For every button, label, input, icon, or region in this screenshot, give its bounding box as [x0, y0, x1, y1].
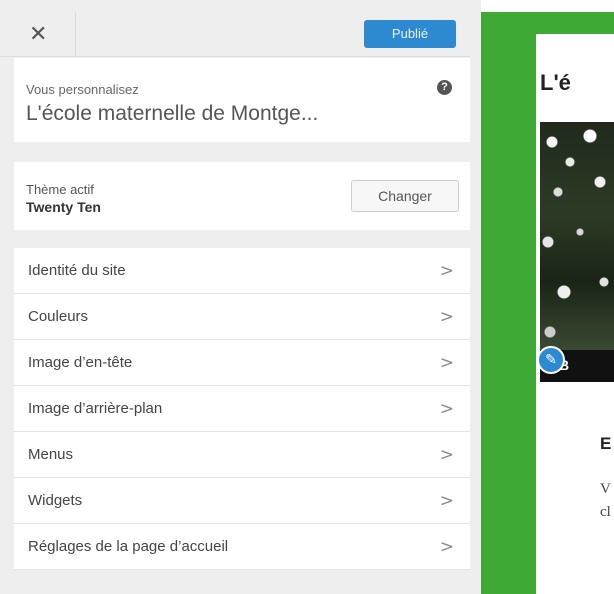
publish-button[interactable]: Publié — [364, 20, 456, 48]
edit-shortcut-icon[interactable]: ✎ — [537, 346, 565, 374]
section-homepage-settings[interactable]: Réglages de la page d’accueil > — [14, 524, 470, 570]
customizer-header: ✕ Publié — [0, 12, 470, 57]
customize-info: Vous personnalisez ? L'école maternelle … — [14, 58, 470, 142]
active-theme-section: Thème actif Twenty Ten Changer — [14, 162, 470, 230]
customizer-panel: ✕ Publié Vous personnalisez ? L'école ma… — [0, 0, 481, 594]
chevron-right-icon: > — [439, 491, 454, 511]
chevron-right-icon: > — [439, 261, 454, 281]
close-icon: ✕ — [29, 22, 48, 47]
change-theme-button[interactable]: Changer — [351, 180, 459, 212]
section-label: Image d’arrière-plan — [28, 400, 163, 417]
chevron-right-icon: > — [439, 445, 454, 465]
section-colors[interactable]: Couleurs > — [14, 294, 470, 340]
section-site-identity[interactable]: Identité du site > — [14, 248, 470, 294]
site-title: L'école maternelle de Montge... — [26, 102, 319, 125]
preview-header-image — [540, 122, 614, 350]
section-label: Couleurs — [28, 308, 89, 325]
section-label: Image d’en-tête — [28, 354, 133, 371]
close-button[interactable]: ✕ — [14, 12, 76, 57]
preview-body-text: V cl — [600, 478, 611, 524]
chevron-right-icon: > — [439, 537, 454, 557]
preview-body-line: V — [600, 481, 611, 497]
customizer-sections: Identité du site > Couleurs > Image d’en… — [14, 248, 470, 570]
active-theme-label: Thème actif — [26, 182, 94, 197]
preview-body-line: cl — [600, 504, 611, 520]
chevron-right-icon: > — [439, 399, 454, 419]
section-label: Réglages de la page d’accueil — [28, 538, 229, 555]
section-background-image[interactable]: Image d’arrière-plan > — [14, 386, 470, 432]
section-widgets[interactable]: Widgets > — [14, 478, 470, 524]
section-label: Widgets — [28, 492, 83, 509]
preview-site-title[interactable]: L'é — [540, 70, 571, 96]
active-theme-name: Twenty Ten — [26, 199, 101, 215]
section-label: Menus — [28, 446, 74, 463]
section-menus[interactable]: Menus > — [14, 432, 470, 478]
customizing-label: Vous personnalisez — [26, 82, 139, 97]
section-header-image[interactable]: Image d’en-tête > — [14, 340, 470, 386]
chevron-right-icon: > — [439, 307, 454, 327]
section-label: Identité du site — [28, 262, 126, 279]
chevron-right-icon: > — [439, 353, 454, 373]
preview-heading: E — [600, 434, 612, 453]
site-preview: L'é B ✎ E V cl — [536, 34, 614, 594]
help-icon[interactable]: ? — [437, 80, 452, 95]
